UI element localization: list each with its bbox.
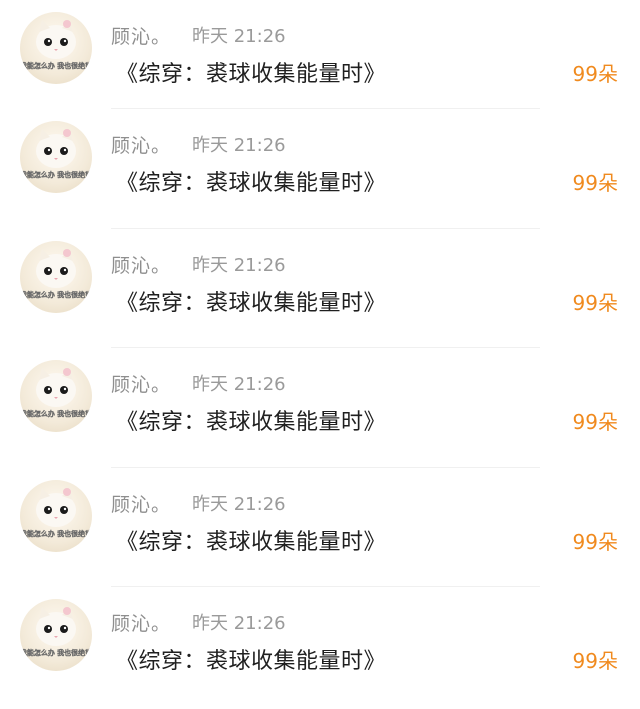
- avatar-caption: 我能怎么办 我也很绝望: [20, 61, 92, 70]
- flower-count: 99朵: [572, 649, 618, 673]
- cat-avatar-icon[interactable]: 我能怎么办 我也很绝望: [20, 360, 92, 432]
- timestamp: 昨天 21:26: [192, 374, 286, 395]
- timestamp: 昨天 21:26: [192, 135, 286, 156]
- book-title[interactable]: 《综穿：裘球收集能量时》: [116, 524, 386, 556]
- list-item[interactable]: 我能怎么办 我也很绝望 顾沁。 昨天 21:26 《综穿：裘球收集能量时》 99…: [0, 0, 640, 109]
- timestamp: 昨天 21:26: [192, 26, 286, 47]
- cat-avatar-icon[interactable]: 我能怎么办 我也很绝望: [20, 121, 92, 193]
- flower-count: 99朵: [572, 290, 618, 315]
- avatar-caption: 我能怎么办 我也很绝望: [20, 290, 92, 299]
- timestamp: 昨天 21:26: [192, 254, 286, 276]
- list-item[interactable]: 我能怎么办 我也很绝望 顾沁。 昨天 21:26 《综穿：裘球收集能量时》 99…: [0, 229, 640, 348]
- flower-count: 99朵: [572, 62, 618, 86]
- list-item[interactable]: 我能怎么办 我也很绝望 顾沁。 昨天 21:26 《综穿：裘球收集能量时》 99…: [0, 468, 640, 587]
- list-item[interactable]: 我能怎么办 我也很绝望 顾沁。 昨天 21:26 《综穿：裘球收集能量时》 99…: [0, 587, 640, 707]
- book-title[interactable]: 《综穿：裘球收集能量时》: [116, 404, 386, 436]
- book-title[interactable]: 《综穿：裘球收集能量时》: [116, 165, 386, 197]
- list-item[interactable]: 我能怎么办 我也很绝望 顾沁。 昨天 21:26 《综穿：裘球收集能量时》 99…: [0, 348, 640, 468]
- avatar-caption: 我能怎么办 我也很绝望: [20, 170, 92, 179]
- sender-name[interactable]: 顾沁。: [111, 490, 171, 517]
- timestamp: 昨天 21:26: [192, 613, 286, 634]
- cat-avatar-icon[interactable]: 我能怎么办 我也很绝望: [20, 240, 92, 313]
- book-title[interactable]: 《综穿：裘球收集能量时》: [116, 285, 386, 317]
- flower-count: 99朵: [572, 410, 618, 434]
- avatar-caption: 我能怎么办 我也很绝望: [20, 529, 92, 538]
- cat-avatar-icon[interactable]: 我能怎么办 我也很绝望: [20, 479, 92, 552]
- list-item[interactable]: 我能怎么办 我也很绝望 顾沁。 昨天 21:26 《综穿：裘球收集能量时》 99…: [0, 109, 640, 229]
- cat-avatar-icon[interactable]: 我能怎么办 我也很绝望: [20, 12, 92, 84]
- flower-count: 99朵: [572, 171, 618, 195]
- book-title[interactable]: 《综穿：裘球收集能量时》: [116, 56, 386, 88]
- timestamp: 昨天 21:26: [192, 493, 286, 515]
- avatar-caption: 我能怎么办 我也很绝望: [20, 648, 92, 657]
- book-title[interactable]: 《综穿：裘球收集能量时》: [116, 643, 386, 675]
- sender-name[interactable]: 顾沁。: [111, 251, 171, 278]
- cat-avatar-icon[interactable]: 我能怎么办 我也很绝望: [20, 599, 92, 671]
- flower-count: 99朵: [572, 529, 618, 554]
- sender-name[interactable]: 顾沁。: [111, 22, 171, 49]
- gift-record-list: 我能怎么办 我也很绝望 顾沁。 昨天 21:26 《综穿：裘球收集能量时》 99…: [0, 0, 640, 709]
- sender-name[interactable]: 顾沁。: [111, 131, 171, 158]
- sender-name[interactable]: 顾沁。: [111, 370, 171, 397]
- avatar-caption: 我能怎么办 我也很绝望: [20, 409, 92, 418]
- sender-name[interactable]: 顾沁。: [111, 609, 171, 636]
